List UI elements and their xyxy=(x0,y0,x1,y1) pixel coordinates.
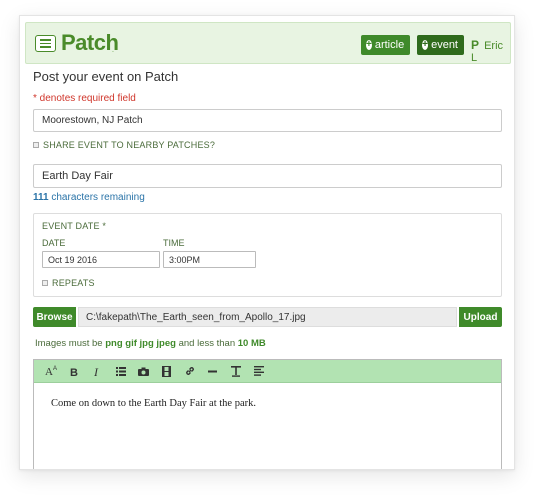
repeats-label: REPEATS xyxy=(52,278,95,288)
add-event-label: event xyxy=(431,39,458,51)
time-input[interactable]: 3:00PM xyxy=(163,251,256,268)
patch-select[interactable]: Moorestown, NJ Patch xyxy=(33,109,502,132)
repeats-checkbox-box[interactable] xyxy=(42,280,48,286)
event-form-card: Patch . + article + event P Eric L Post … xyxy=(19,15,515,470)
characters-remaining: 111 characters remaining xyxy=(33,192,145,203)
time-value: 3:00PM xyxy=(169,254,201,265)
horizontal-rule-icon[interactable] xyxy=(201,360,224,383)
svg-text:B: B xyxy=(70,367,78,377)
align-left-icon[interactable] xyxy=(247,360,270,383)
repeats-checkbox[interactable]: REPEATS xyxy=(42,278,95,288)
characters-remaining-count: 111 xyxy=(33,192,49,203)
editor-toolbar: AA B I xyxy=(34,360,501,383)
share-checkbox-box[interactable] xyxy=(33,142,39,148)
logo-mark: . xyxy=(112,47,114,54)
description-editor[interactable]: AA B I Come on down to the Earth Day Fai… xyxy=(33,359,502,469)
event-title-input[interactable]: Earth Day Fair xyxy=(33,164,502,188)
characters-remaining-text: characters remaining xyxy=(51,192,145,203)
upload-button[interactable]: Upload xyxy=(459,307,502,327)
image-formats: png gif jpg jpeg xyxy=(105,338,176,349)
image-requirements-note: Images must be png gif jpg jpeg and less… xyxy=(35,338,266,349)
plus-icon: + xyxy=(366,39,372,50)
bold-icon[interactable]: B xyxy=(63,360,86,383)
link-icon[interactable] xyxy=(178,360,201,383)
svg-text:I: I xyxy=(94,366,99,377)
add-article-label: article xyxy=(374,39,405,51)
file-path-value: C:\fakepath\The_Earth_seen_from_Apollo_1… xyxy=(86,311,306,323)
image-upload-row: Browse C:\fakepath\The_Earth_seen_from_A… xyxy=(33,307,502,327)
list-icon[interactable] xyxy=(109,360,132,383)
required-note: * denotes required field xyxy=(33,93,136,104)
share-nearby-checkbox[interactable]: SHARE EVENT TO NEARBY PATCHES? xyxy=(33,140,215,150)
editor-body-text[interactable]: Come on down to the Earth Day Fair at th… xyxy=(51,398,256,409)
page-title: Post your event on Patch xyxy=(33,69,179,84)
image-note-mid: and less than xyxy=(178,338,236,349)
user-menu[interactable]: P Eric L xyxy=(471,38,510,64)
plus-icon: + xyxy=(422,39,429,50)
date-label: DATE xyxy=(42,238,66,248)
film-icon[interactable] xyxy=(155,360,178,383)
add-event-button[interactable]: + event xyxy=(417,35,464,55)
image-note-prefix: Images must be xyxy=(35,338,103,349)
patch-logo[interactable]: Patch xyxy=(61,30,119,56)
menu-icon[interactable] xyxy=(35,35,56,52)
time-label: TIME xyxy=(163,238,185,248)
date-input[interactable]: Oct 19 2016 xyxy=(42,251,160,268)
camera-icon[interactable] xyxy=(132,360,155,383)
share-label: SHARE EVENT TO NEARBY PATCHES? xyxy=(43,140,216,150)
date-value: Oct 19 2016 xyxy=(48,254,98,265)
site-header: Patch . + article + event P Eric L xyxy=(25,22,511,64)
user-initial: P xyxy=(471,38,480,52)
patch-value: Moorestown, NJ Patch xyxy=(42,115,143,126)
italic-icon[interactable]: I xyxy=(86,360,109,383)
image-max-size: 10 MB xyxy=(237,338,266,349)
file-path-field[interactable]: C:\fakepath\The_Earth_seen_from_Apollo_1… xyxy=(78,307,457,327)
event-date-section: EVENT DATE * DATE TIME Oct 19 2016 3:00P… xyxy=(33,213,502,297)
event-title-value: Earth Day Fair xyxy=(42,170,113,182)
svg-text:A: A xyxy=(53,366,57,372)
event-date-label: EVENT DATE * xyxy=(42,221,107,231)
browse-button[interactable]: Browse xyxy=(33,307,76,327)
svg-text:A: A xyxy=(45,366,53,377)
add-article-button[interactable]: + article xyxy=(361,35,410,55)
font-size-icon[interactable]: AA xyxy=(40,360,63,383)
clear-format-icon[interactable] xyxy=(224,360,247,383)
